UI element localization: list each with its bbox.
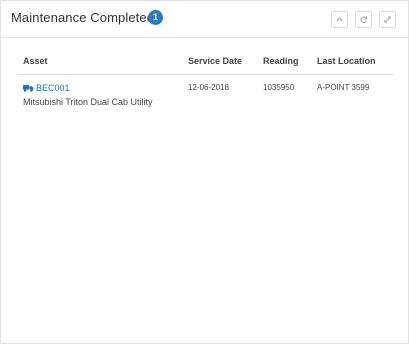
collapse-button[interactable] [331,11,348,28]
refresh-button[interactable] [355,11,372,28]
expand-button[interactable] [379,11,396,28]
truck-icon [23,85,34,92]
asset-id: BEC001 [36,83,70,93]
column-header-service-date[interactable]: Service Date [188,56,242,66]
asset-cell: BEC001 Mitsubishi Triton Dual Cab Utilit… [23,83,153,107]
reading-cell: 1035950 [263,83,295,92]
column-header-last-location[interactable]: Last Location [317,56,376,66]
column-header-asset[interactable]: Asset [23,56,48,66]
table-header: Asset Service Date Reading Last Location [18,50,393,75]
column-header-reading[interactable]: Reading [263,56,299,66]
maintenance-completed-panel: Maintenance Completed 1 Asset Service Da… [0,0,409,344]
chevron-up-icon [336,17,343,22]
last-location-cell: A-POINT 3599 [317,83,370,92]
panel-header: Maintenance Completed 1 [1,1,408,38]
refresh-icon [360,16,368,24]
panel-title: Maintenance Completed [11,10,155,25]
service-date-cell: 12-06-2018 [188,83,229,92]
count-badge: 1 [148,10,163,25]
expand-icon [384,16,391,23]
asset-description: Mitsubishi Triton Dual Cab Utility [23,97,153,107]
asset-link[interactable]: BEC001 [23,83,70,93]
maintenance-table: Asset Service Date Reading Last Location… [18,50,393,109]
table-row: BEC001 Mitsubishi Triton Dual Cab Utilit… [18,75,393,109]
